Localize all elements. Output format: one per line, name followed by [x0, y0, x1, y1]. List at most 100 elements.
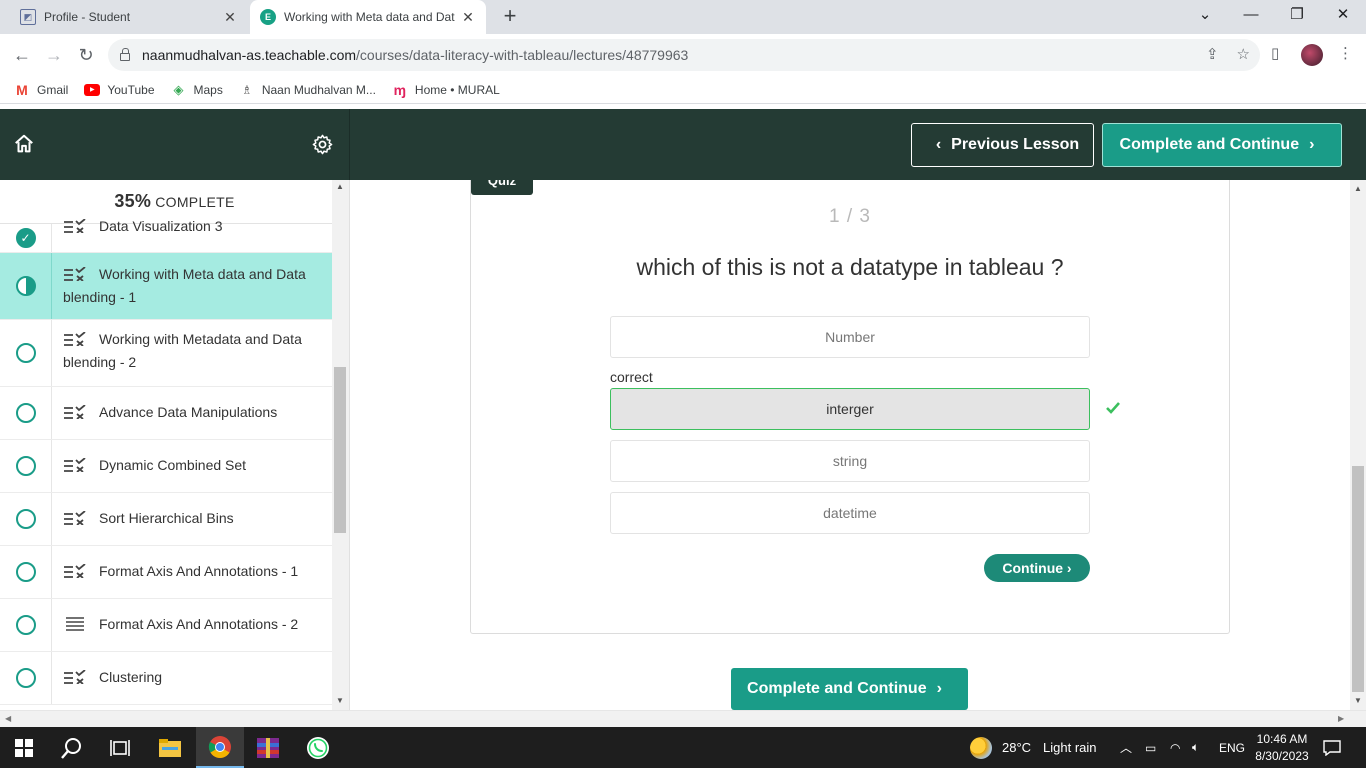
gear-icon[interactable] [311, 133, 334, 156]
address-bar[interactable]: naanmudhalvan-as.teachable.com/courses/d… [108, 39, 1260, 71]
minimize-icon[interactable]: — [1228, 0, 1274, 30]
sidebar-item-advance-data-manipulations[interactable]: Advance Data Manipulations [0, 387, 332, 440]
complete-and-continue-button[interactable]: Complete and Continue › [1102, 123, 1342, 167]
quiz-icon [64, 405, 86, 419]
whatsapp-icon[interactable] [294, 727, 342, 768]
tab-title: Profile - Student [44, 10, 131, 24]
close-window-icon[interactable]: ✕ [1320, 0, 1366, 30]
sidebar-item-data-visualization-3[interactable]: ✓ Data Visualization 3 [0, 218, 332, 253]
answer-option-string[interactable]: string [610, 440, 1090, 482]
horizontal-scrollbar[interactable]: ◀ ▶ [0, 710, 1366, 727]
not-started-circle-icon [15, 615, 36, 635]
sidebar-item-dynamic-combined-set[interactable]: Dynamic Combined Set [0, 440, 332, 493]
scroll-up-arrow-icon[interactable]: ▲ [336, 182, 344, 191]
lesson-content: Quiz 1 / 3 which of this is not a dataty… [350, 180, 1350, 710]
quiz-question: which of this is not a datatype in table… [636, 254, 1064, 280]
bookmark-label: Naan Mudhalvan M... [261, 82, 376, 97]
lesson-title: Working with Metadata and Data blending … [63, 331, 302, 370]
lesson-status [0, 253, 52, 319]
bookmark-youtube[interactable]: ▶ YouTube [84, 82, 155, 97]
sidebar-item-format-axis-2[interactable]: Format Axis And Annotations - 2 [0, 599, 332, 652]
quiz-icon [64, 511, 86, 525]
quiz-continue-button[interactable]: Continue › [984, 554, 1090, 582]
profile-avatar[interactable] [1301, 44, 1323, 66]
notification-icon[interactable] [1323, 727, 1341, 768]
quiz-icon [64, 219, 86, 233]
bookmark-maps[interactable]: ◈ Maps [171, 81, 223, 97]
page-scrollbar[interactable]: ▲ ▼ [1350, 180, 1366, 710]
lesson-title-wrap: Sort Hierarchical Bins [63, 507, 316, 530]
battery-icon[interactable]: ▭ [1145, 727, 1156, 768]
text-lesson-icon [66, 617, 84, 631]
search-icon[interactable] [48, 727, 96, 768]
bottom-complete-and-continue-button[interactable]: Complete and Continue › [731, 668, 968, 710]
sidebar-scrollbar-thumb[interactable] [334, 367, 346, 533]
page-scrollbar-thumb[interactable] [1352, 466, 1364, 692]
lock-icon[interactable] [120, 48, 130, 61]
sidebar-item-format-axis-1[interactable]: Format Axis And Annotations - 1 [0, 546, 332, 599]
scroll-down-arrow-icon[interactable]: ▼ [336, 696, 344, 705]
bookmark-label: YouTube [107, 82, 155, 97]
sidebar-item-working-with-meta-data-1[interactable]: Working with Meta data and Data blending… [0, 253, 332, 320]
sidebar-item-working-with-metadata-2[interactable]: Working with Metadata and Data blending … [0, 320, 332, 387]
lesson-title-wrap: Advance Data Manipulations [63, 401, 316, 424]
new-tab-icon[interactable]: + [498, 4, 522, 30]
previous-lesson-button[interactable]: ‹ Previous Lesson [911, 123, 1094, 167]
bookmark-star-icon[interactable]: ☆ [1237, 45, 1250, 63]
weather-rain-icon [970, 736, 992, 759]
weather-description: Light rain [1043, 740, 1097, 755]
scroll-left-arrow-icon[interactable]: ◀ [5, 714, 11, 723]
windows-start-icon[interactable] [0, 727, 48, 768]
scroll-down-arrow-icon[interactable]: ▼ [1354, 696, 1362, 705]
lesson-title: Advance Data Manipulations [99, 404, 278, 420]
lesson-title-wrap: Working with Meta data and Data blending… [63, 263, 316, 309]
quiz-icon [64, 332, 86, 346]
taskbar-clock[interactable]: 10:46 AM 8/30/2023 [1254, 731, 1310, 765]
language-indicator[interactable]: ENG [1219, 727, 1245, 768]
in-progress-icon [15, 276, 36, 296]
browser-menu-icon[interactable]: ⋮ [1338, 44, 1353, 62]
forward-arrow-icon[interactable]: → [41, 42, 67, 68]
not-started-circle-icon [15, 456, 36, 476]
back-arrow-icon[interactable]: ← [9, 42, 35, 68]
task-view-icon[interactable] [96, 727, 144, 768]
close-tab-icon[interactable]: ✕ [458, 9, 478, 26]
wifi-icon[interactable]: ◠ [1170, 727, 1180, 768]
sidebar-item-clustering[interactable]: Clustering [0, 652, 332, 705]
scroll-right-arrow-icon[interactable]: ▶ [1338, 714, 1344, 723]
naan-mudhalvan-icon: ♗ [241, 82, 253, 97]
answer-option-datetime[interactable]: datetime [610, 492, 1090, 534]
bookmark-naan-mudhalvan[interactable]: ♗ Naan Mudhalvan M... [239, 82, 376, 97]
reload-icon[interactable]: ↻ [73, 42, 99, 68]
home-icon[interactable] [13, 133, 35, 155]
scroll-up-arrow-icon[interactable]: ▲ [1354, 184, 1362, 193]
lesson-title: Format Axis And Annotations - 1 [99, 563, 299, 579]
browser-tab-lesson[interactable]: E Working with Meta data and Dat ✕ [250, 0, 486, 34]
winrar-icon[interactable] [244, 727, 292, 768]
side-panel-icon[interactable]: ▯ [1271, 44, 1279, 62]
lesson-title: Sort Hierarchical Bins [99, 510, 234, 526]
close-tab-icon[interactable]: ✕ [220, 9, 240, 26]
sidebar-item-sort-hierarchical-bins[interactable]: Sort Hierarchical Bins [0, 493, 332, 546]
show-hidden-icons-icon[interactable]: ︿ [1120, 727, 1132, 768]
sidebar-scrollbar[interactable]: ▲ ▼ [332, 180, 349, 710]
lesson-status [0, 440, 52, 492]
file-explorer-icon[interactable] [146, 727, 194, 768]
bookmark-mural[interactable]: ɱ Home • MURAL [392, 82, 500, 98]
bookmark-gmail[interactable]: M Gmail [14, 82, 68, 98]
maps-icon: ◈ [173, 81, 184, 97]
answer-option-number[interactable]: Number [610, 316, 1090, 358]
question-counter: 1 / 3 [829, 206, 871, 227]
sidebar-header [0, 109, 350, 180]
answer-option-interger[interactable]: interger [610, 388, 1090, 430]
share-icon[interactable]: ⇪ [1206, 45, 1219, 63]
weather-widget[interactable]: 28°C Light rain [970, 727, 1097, 768]
volume-icon[interactable]: 🔈︎ [1192, 727, 1199, 768]
lesson-title-wrap: Data Visualization 3 [63, 215, 316, 238]
chrome-icon[interactable] [196, 727, 244, 768]
tab-search-chevron-icon[interactable]: ⌄ [1182, 0, 1228, 30]
restore-icon[interactable]: ❐ [1274, 0, 1320, 30]
tab-strip: ◩ Profile - Student ✕ E Working with Met… [0, 0, 1366, 34]
browser-tab-profile[interactable]: ◩ Profile - Student ✕ [8, 0, 248, 34]
lesson-title-wrap: Dynamic Combined Set [63, 454, 316, 477]
